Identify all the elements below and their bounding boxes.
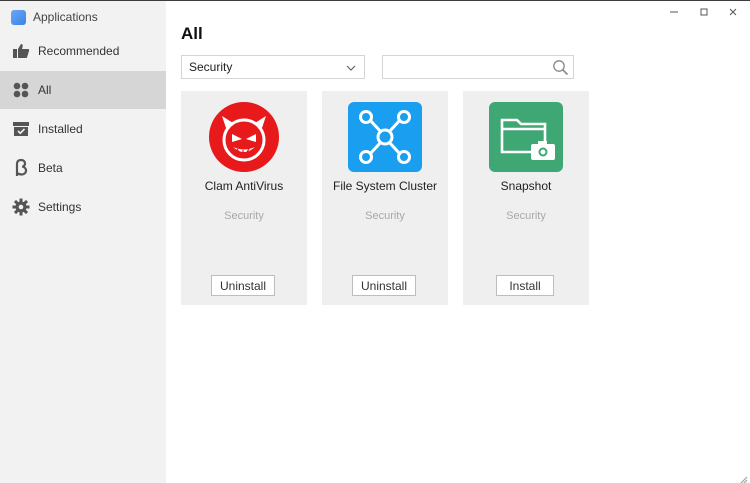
beta-icon <box>12 159 30 177</box>
sidebar-item-beta[interactable]: Beta <box>0 149 166 187</box>
app-card-clam-antivirus[interactable]: Clam AntiVirus Security Uninstall <box>181 91 307 305</box>
minimize-icon[interactable] <box>668 6 680 18</box>
thumbs-up-icon <box>12 42 30 60</box>
sidebar-item-installed[interactable]: Installed <box>0 110 166 148</box>
gear-icon <box>12 198 30 216</box>
sidebar: Applications Recommended All Installed B… <box>0 1 166 483</box>
app-category: Security <box>224 210 264 222</box>
sidebar-item-label: Installed <box>38 122 83 136</box>
app-card-snapshot[interactable]: Snapshot Security Install <box>463 91 589 305</box>
folder-camera-icon <box>489 102 563 172</box>
box-check-icon <box>12 120 30 138</box>
sidebar-item-label: Recommended <box>38 44 120 58</box>
sidebar-item-all[interactable]: All <box>0 71 166 109</box>
chevron-down-icon <box>346 62 356 76</box>
grid-icon <box>12 81 30 99</box>
app-title: Applications <box>33 10 98 24</box>
app-category: Security <box>506 210 546 222</box>
install-button[interactable]: Install <box>496 275 554 296</box>
clamav-devil-icon <box>207 102 281 172</box>
resize-grip-icon[interactable] <box>739 472 748 483</box>
sidebar-item-label: Beta <box>38 161 63 175</box>
app-category: Security <box>365 210 405 222</box>
app-name: Snapshot <box>500 179 552 193</box>
category-filter-select[interactable]: Security <box>181 55 365 79</box>
close-icon[interactable] <box>727 6 739 18</box>
sidebar-item-label: All <box>38 83 52 97</box>
sidebar-item-recommended[interactable]: Recommended <box>0 32 166 70</box>
cluster-nodes-icon <box>348 102 422 172</box>
app-logo-icon <box>11 9 26 25</box>
sidebar-item-label: Settings <box>38 200 82 214</box>
uninstall-button[interactable]: Uninstall <box>211 275 275 296</box>
search-input[interactable] <box>383 56 551 78</box>
app-card-file-system-cluster[interactable]: File System Cluster Security Uninstall <box>322 91 448 305</box>
app-name: Clam AntiVirus <box>204 179 284 193</box>
maximize-icon[interactable] <box>698 6 710 18</box>
uninstall-button[interactable]: Uninstall <box>352 275 416 296</box>
page-title: All <box>181 24 203 43</box>
category-filter-value: Security <box>189 60 233 74</box>
sidebar-item-settings[interactable]: Settings <box>0 188 166 226</box>
search-box <box>382 55 574 79</box>
app-header: Applications <box>11 9 98 25</box>
search-icon[interactable] <box>552 59 569 81</box>
app-name: File System Cluster <box>332 179 438 193</box>
